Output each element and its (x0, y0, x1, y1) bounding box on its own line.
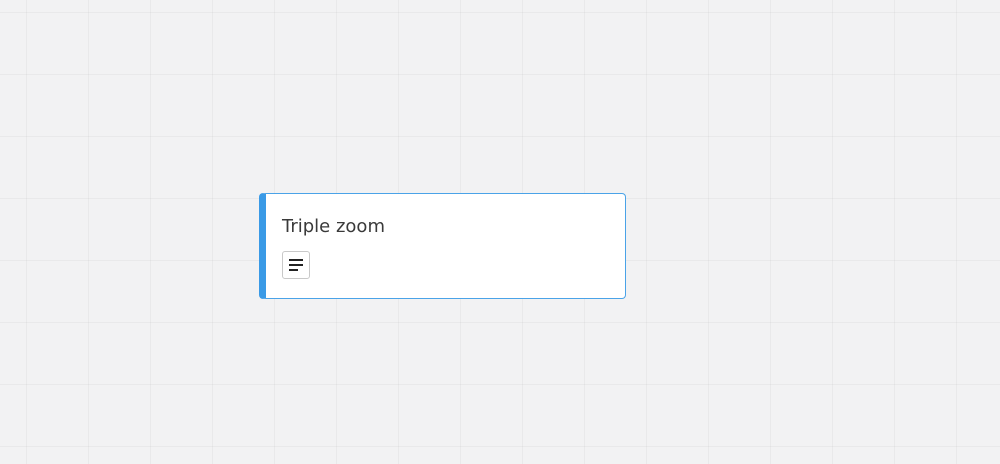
card[interactable]: Triple zoom (259, 193, 626, 299)
card-title: Triple zoom (282, 216, 385, 237)
description-icon (289, 259, 303, 271)
board-canvas[interactable]: Triple zoom (0, 0, 1000, 464)
card-description-button[interactable] (282, 251, 310, 279)
